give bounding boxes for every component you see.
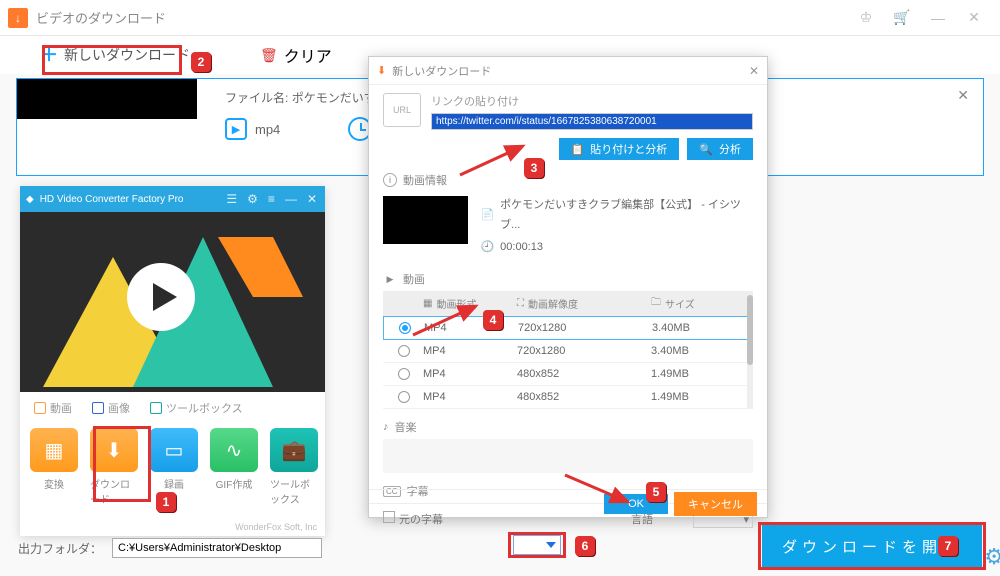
arrow-4 [408,300,488,345]
size-cell: 1.49MB [651,368,741,380]
cancel-button[interactable]: キャンセル [674,492,757,516]
video-duration: 00:00:13 [500,238,543,258]
tile-gif[interactable]: ∿GIF作成 [210,428,258,506]
resolution-cell: 720x1280 [517,345,647,357]
format-scrollbar[interactable] [747,291,753,409]
badge-1: 1 [156,492,176,512]
clear-button[interactable]: 🗑 クリア [260,43,332,67]
paste-analyze-button[interactable]: 📋貼り付けと分析 [559,138,680,160]
resolution-cell: 720x1280 [518,322,648,334]
url-input[interactable] [431,113,753,130]
output-folder-input[interactable] [112,538,322,558]
format-cell: MP4 [423,368,513,380]
settings-gear-icon[interactable]: ⚙ [984,544,1000,570]
promo-tab-image[interactable]: 画像 [92,400,130,416]
paste-label: リンクの貼り付け [431,93,753,109]
format-row[interactable]: MP4 480x852 1.49MB [383,363,753,386]
clock-icon-small: 🕘 [480,238,494,258]
promo-title: HD Video Converter Factory Pro [40,194,184,205]
title-bar: ↓ ビデオのダウンロード ♔ 🛒 — ✕ [0,0,1000,36]
arrow-5 [560,470,640,515]
item-format: mp4 [255,122,280,137]
promo-close[interactable]: ✕ [305,192,319,206]
url-icon: URL [383,93,421,127]
promo-titlebar: ◆ HD Video Converter Factory Pro ☰ ⚙ ≡ —… [20,186,325,212]
promo-tabs: 動画 画像 ツールボックス [20,392,325,420]
output-folder-label: 出力フォルダ： [18,540,102,557]
plus-icon: ＋ [40,46,58,64]
audio-section-head: ♪音楽 [369,415,767,439]
tile-toolbox[interactable]: 💼ツールボックス [270,428,318,506]
cart-icon[interactable]: 🛒 [884,9,920,26]
audio-empty [383,439,753,473]
format-radio[interactable] [398,391,410,403]
format-row[interactable]: MP4 480x852 1.49MB [383,386,753,409]
video-thumbnail [383,196,468,244]
new-download-label: 新しいダウンロード [64,45,190,65]
promo-btn-b[interactable]: ⚙ [245,192,260,206]
doc-icon: 📄 [480,206,494,226]
badge-4: 4 [483,310,503,330]
format-icon[interactable]: ▶ [225,118,247,140]
badge-6: 6 [575,536,595,556]
video-section-head: ▶動画 [369,267,767,291]
tile-download[interactable]: ⬇ダウンロード [90,428,138,506]
size-cell: 3.40MB [651,345,741,357]
premium-icon[interactable]: ♔ [848,9,884,26]
resolution-cell: 480x852 [517,368,647,380]
size-cell: 1.49MB [651,391,741,403]
format-radio[interactable] [398,368,410,380]
promo-minimize[interactable]: — [283,192,299,206]
badge-3: 3 [524,158,544,178]
badge-2: 2 [191,52,211,72]
app-icon: ↓ [8,8,28,28]
promo-art [20,212,325,392]
promo-app-icon: ◆ [26,194,34,205]
close-button[interactable]: ✕ [956,9,992,26]
new-download-dialog: ⬇ 新しいダウンロード ✕ URL リンクの貼り付け 📋貼り付けと分析 🔍分析 … [368,56,768,518]
promo-tab-video[interactable]: 動画 [34,400,72,416]
info-section-head: i動画情報 [369,168,767,192]
item-remove-button[interactable]: ✕ [957,87,969,104]
tile-convert[interactable]: ▦変換 [30,428,78,506]
badge-7: 7 [938,536,958,556]
badge-5: 5 [646,482,666,502]
promo-window: ◆ HD Video Converter Factory Pro ☰ ⚙ ≡ —… [20,186,325,536]
paste-icon: 📋 [571,143,585,156]
search-icon: 🔍 [699,143,713,156]
analyze-button[interactable]: 🔍分析 [687,138,753,160]
arrow-3 [455,140,535,185]
promo-btn-c[interactable]: ≡ [266,192,277,206]
video-title: ポケモンだいすきクラブ編集部【公式】 - イシツブ... [500,196,753,236]
new-download-button[interactable]: ＋ 新しいダウンロード [30,43,200,67]
dialog-title: 新しいダウンロード [392,63,491,79]
dialog-close-button[interactable]: ✕ [749,64,759,78]
format-cell: MP4 [423,345,513,357]
minimize-button[interactable]: — [920,10,956,26]
dialog-icon: ⬇ [377,64,386,77]
promo-tab-tools[interactable]: ツールボックス [150,400,243,416]
window-title: ビデオのダウンロード [36,8,166,27]
size-cell: 3.40MB [652,322,742,334]
resolution-cell: 480x852 [517,391,647,403]
promo-btn-a[interactable]: ☰ [224,192,239,206]
trash-icon: 🗑 [260,47,278,64]
clear-label: クリア [284,43,332,67]
item-thumbnail [17,79,197,119]
format-cell: MP4 [423,391,513,403]
format-radio[interactable] [398,345,410,357]
